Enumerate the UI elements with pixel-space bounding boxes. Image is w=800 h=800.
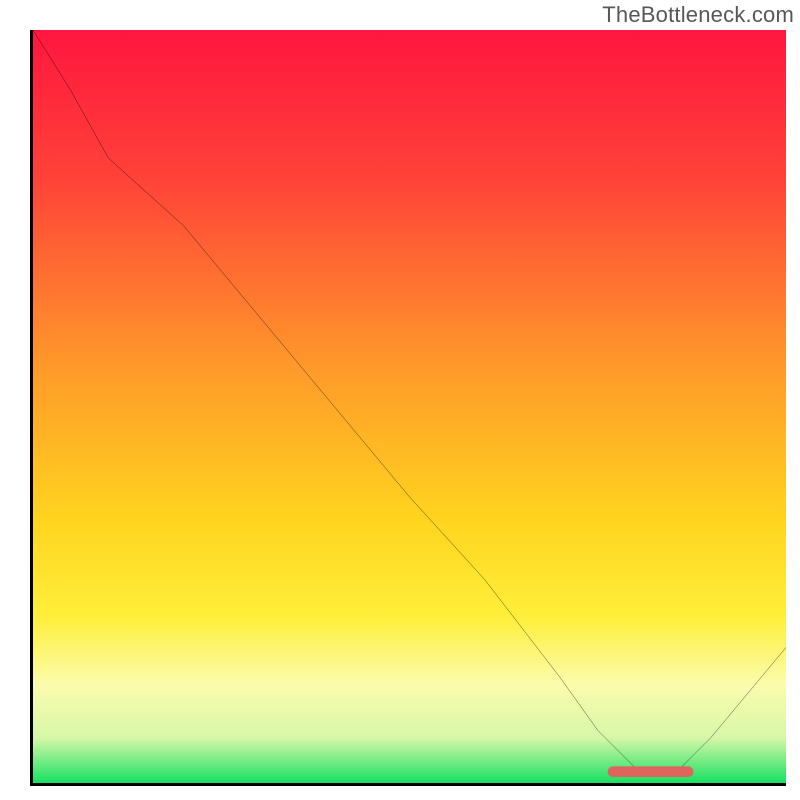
watermark-text: TheBottleneck.com [602, 2, 794, 28]
plot-area [30, 30, 786, 786]
gradient-background [33, 30, 786, 783]
chart-frame: TheBottleneck.com [0, 0, 800, 800]
